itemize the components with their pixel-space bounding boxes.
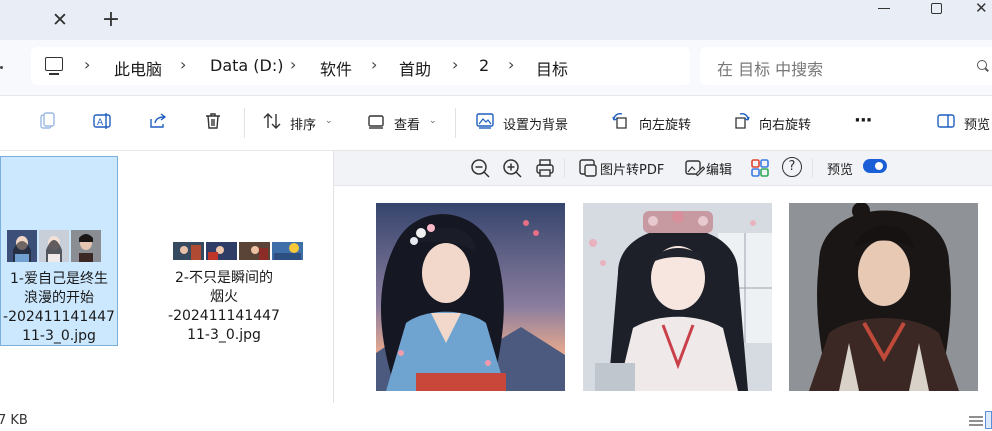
toolbar-divider	[564, 158, 565, 178]
edit-button[interactable]: 编辑	[706, 159, 732, 178]
set-background-icon[interactable]	[475, 111, 495, 131]
delete-icon[interactable]	[203, 111, 223, 131]
preview-pane: 图片转PDF 编辑 ? 预览	[333, 151, 992, 403]
rotate-right-button[interactable]: 向右旋转	[759, 114, 811, 133]
maximize-button[interactable]	[925, 0, 949, 18]
title-bar: ✕ + ✕	[0, 0, 992, 40]
file-item[interactable]: 2-不只是瞬间的 烟火 -202411141447 11-3_0.jpg	[161, 156, 303, 346]
toolbar-divider	[455, 108, 456, 138]
breadcrumb-separator[interactable]: ›	[180, 55, 186, 74]
share-icon[interactable]	[148, 111, 168, 131]
tab-close-button[interactable]: ✕	[47, 7, 73, 33]
chevron-down-icon[interactable]: ⌄	[429, 116, 437, 126]
copy-icon[interactable]	[37, 111, 57, 131]
breadcrumb-item-this-pc[interactable]: 此电脑	[114, 56, 162, 80]
preview-toggle[interactable]	[863, 159, 887, 173]
sort-icon[interactable]	[262, 111, 282, 131]
large-icons-view-icon[interactable]	[985, 411, 992, 429]
thumbnail-image	[206, 242, 237, 260]
file-name-line: 浪漫的开始	[24, 290, 94, 306]
close-window-button[interactable]: ✕	[975, 0, 992, 18]
status-bar: 7 KB	[0, 403, 992, 431]
thumbnail-image	[272, 242, 303, 260]
view-button[interactable]: 查看	[394, 114, 420, 133]
file-thumbnail	[173, 242, 303, 260]
details-view-icon[interactable]	[969, 415, 983, 427]
thumbnail-image	[71, 230, 101, 262]
file-name-line: -202411141447	[168, 308, 280, 324]
search-input[interactable]: 在 目标 中搜索	[700, 47, 992, 85]
image-to-pdf-button[interactable]: 图片转PDF	[600, 159, 664, 178]
command-bar: A 排序 ⌄ 查看 ⌄ 设置为背景 向左旋转 向右旋转 ··· 预览	[0, 96, 992, 151]
rotate-left-button[interactable]: 向左旋转	[639, 114, 691, 133]
more-options-button[interactable]: ···	[854, 110, 872, 131]
rotate-left-icon[interactable]	[611, 111, 631, 131]
file-name-line: 1-爱自己是终生	[10, 271, 108, 287]
zoom-out-icon[interactable]	[469, 157, 491, 179]
sort-button[interactable]: 排序	[290, 114, 316, 133]
search-placeholder: 在 目标 中搜索	[717, 60, 824, 79]
thumbnail-image	[239, 242, 270, 260]
breadcrumb-item-shouzhu[interactable]: 首助	[399, 56, 431, 80]
edit-icon[interactable]	[683, 157, 705, 179]
file-thumbnail	[7, 230, 101, 262]
file-name: 2-不只是瞬间的 烟火 -202411141447 11-3_0.jpg	[161, 269, 287, 345]
preview-pane-button[interactable]: 预览	[964, 114, 990, 133]
new-tab-button[interactable]: +	[99, 7, 123, 33]
zoom-in-icon[interactable]	[501, 157, 523, 179]
nav-dot-icon	[0, 66, 6, 72]
set-background-button[interactable]: 设置为背景	[503, 114, 568, 133]
breadcrumb-item-target[interactable]: 目标	[536, 56, 568, 80]
thumbnail-image	[173, 242, 204, 260]
search-icon[interactable]	[977, 60, 987, 70]
file-name-line: 烟火	[210, 289, 238, 305]
toolbar-divider	[812, 158, 813, 178]
file-name-line: 11-3_0.jpg	[187, 327, 261, 343]
file-name-line: 11-3_0.jpg	[22, 328, 96, 344]
breadcrumb[interactable]: › 此电脑 › Data (D:) › 软件 › 首助 › 2 › 目标	[31, 47, 690, 85]
rename-icon[interactable]: A	[92, 111, 112, 131]
selected-size-text: 7 KB	[0, 413, 28, 428]
print-icon[interactable]	[534, 157, 556, 179]
computer-icon[interactable]	[45, 57, 63, 75]
preview-toolbar: 图片转PDF 编辑 ? 预览	[334, 151, 992, 186]
svg-text:A: A	[97, 118, 104, 128]
preview-image[interactable]	[376, 203, 565, 391]
file-name: 1-爱自己是终生 浪漫的开始 -202411141447 11-3_0.jpg	[1, 270, 117, 346]
image-to-pdf-icon[interactable]	[577, 157, 599, 179]
rotate-right-icon[interactable]	[731, 111, 751, 131]
file-name-line: -202411141447	[3, 309, 115, 325]
breadcrumb-item-drive[interactable]: Data (D:)	[210, 56, 283, 75]
minimize-button[interactable]	[870, 0, 900, 18]
preview-pane-icon[interactable]	[936, 111, 956, 131]
thumbnail-image	[7, 230, 37, 262]
toolbar-divider	[244, 108, 245, 138]
help-icon[interactable]: ?	[782, 157, 802, 177]
file-list: 1-爱自己是终生 浪漫的开始 -202411141447 11-3_0.jpg …	[0, 151, 333, 403]
breadcrumb-item-software[interactable]: 软件	[320, 56, 352, 80]
preview-label: 预览	[827, 163, 854, 178]
preview-image[interactable]	[789, 203, 978, 391]
breadcrumb-separator[interactable]: ›	[84, 55, 90, 74]
breadcrumb-separator[interactable]: ›	[290, 55, 296, 74]
file-name-line: 2-不只是瞬间的	[175, 270, 273, 286]
view-icon[interactable]	[366, 111, 386, 131]
file-item[interactable]: 1-爱自己是终生 浪漫的开始 -202411141447 11-3_0.jpg	[0, 156, 118, 346]
apps-icon[interactable]	[749, 157, 771, 179]
thumbnail-image	[39, 230, 69, 262]
breadcrumb-separator[interactable]: ›	[452, 55, 458, 74]
address-row: › 此电脑 › Data (D:) › 软件 › 首助 › 2 › 目标 在 目…	[0, 40, 992, 96]
breadcrumb-separator[interactable]: ›	[508, 55, 514, 74]
preview-image[interactable]	[583, 203, 772, 391]
breadcrumb-item-2[interactable]: 2	[479, 56, 489, 75]
breadcrumb-separator[interactable]: ›	[371, 55, 377, 74]
chevron-down-icon[interactable]: ⌄	[325, 116, 333, 126]
